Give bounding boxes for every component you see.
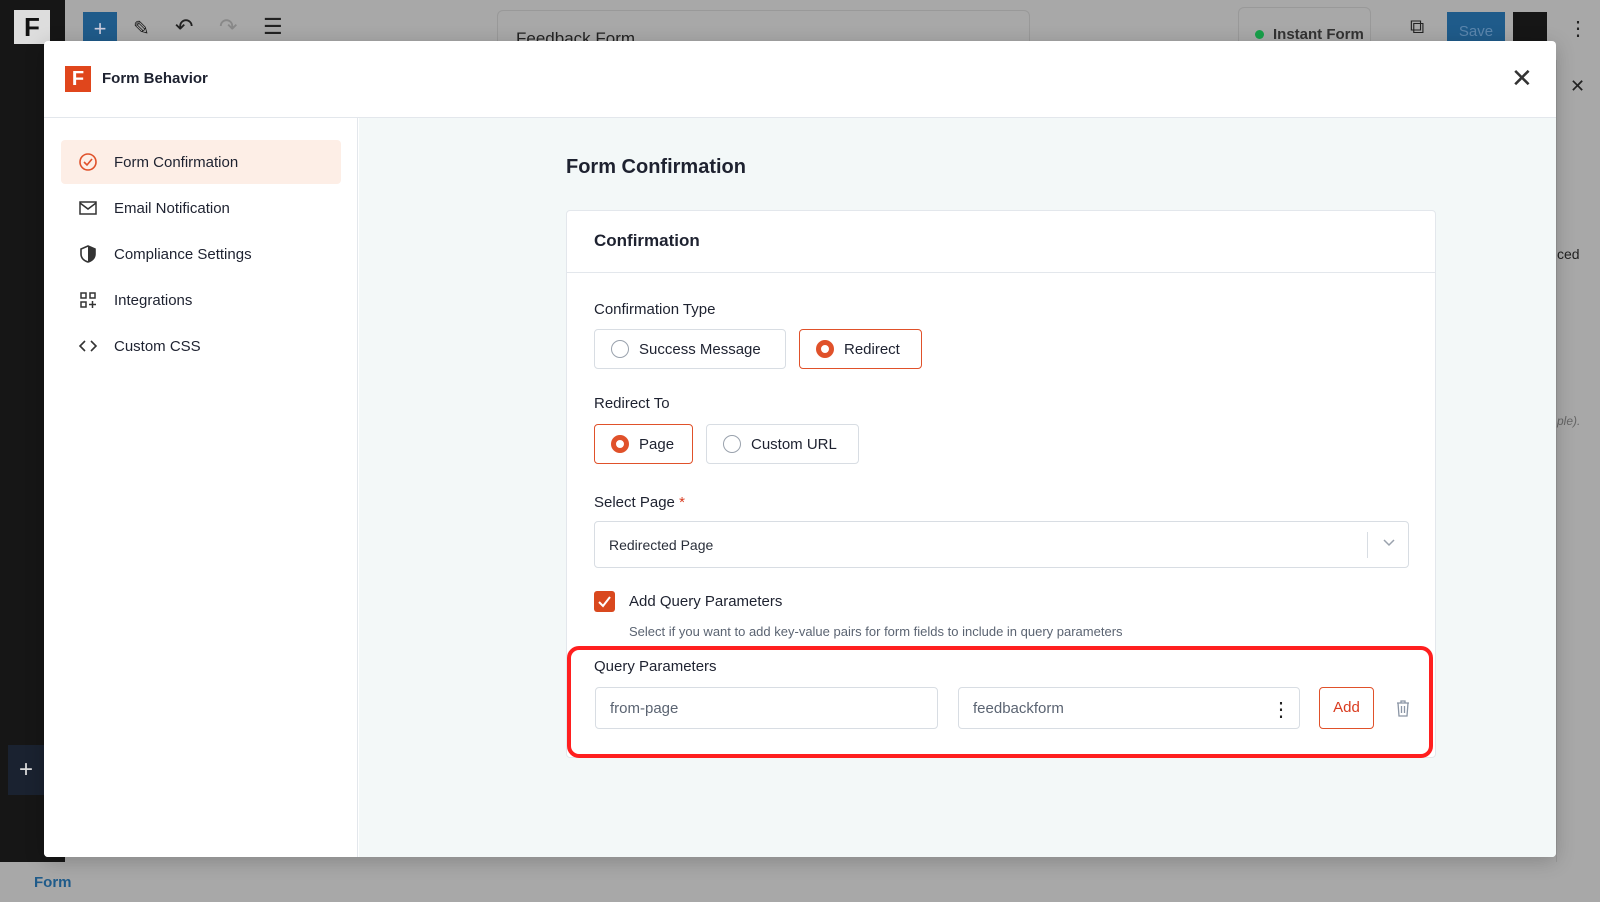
radio-label: Redirect: [844, 340, 900, 358]
code-icon: [78, 340, 98, 352]
card-header: Confirmation: [567, 211, 1435, 273]
status-dot-icon: [1255, 29, 1264, 39]
radio-selected-icon: [611, 435, 629, 453]
nav-label: Compliance Settings: [114, 245, 252, 263]
nav-compliance-settings[interactable]: Compliance Settings: [61, 232, 341, 276]
app-logo: F: [14, 10, 50, 44]
shield-icon: [80, 245, 96, 263]
close-panel-icon[interactable]: ✕: [1570, 76, 1585, 97]
nav-label: Form Confirmation: [114, 153, 239, 171]
nav-custom-css[interactable]: Custom CSS: [61, 324, 341, 368]
nav-form-confirmation[interactable]: Form Confirmation: [61, 140, 341, 184]
select-page-dropdown[interactable]: Redirected Page: [594, 521, 1409, 568]
radio-redirect[interactable]: Redirect: [799, 329, 922, 369]
check-circle-icon: [79, 153, 97, 171]
radio-label: Custom URL: [751, 435, 837, 453]
radio-selected-icon: [816, 340, 834, 358]
select-value: Redirected Page: [609, 536, 714, 553]
confirmation-type-label: Confirmation Type: [594, 301, 716, 318]
close-icon[interactable]: ✕: [1511, 63, 1533, 94]
select-page-label: Select Page *: [594, 494, 685, 511]
panel-text: ple).: [1557, 414, 1581, 428]
pen-icon[interactable]: ✎: [133, 16, 150, 41]
section-title: Form Confirmation: [566, 156, 746, 178]
highlight-box: [567, 646, 1433, 758]
modal-main: Form Confirmation Confirmation Confirmat…: [359, 118, 1556, 857]
radio-icon: [723, 435, 741, 453]
nav-label: Email Notification: [114, 199, 230, 217]
radio-icon: [611, 340, 629, 358]
radio-label: Success Message: [639, 340, 761, 358]
mail-icon: [79, 201, 97, 215]
nav-label: Custom CSS: [114, 337, 201, 355]
query-help-text: Select if you want to add key-value pair…: [629, 624, 1123, 639]
form-behavior-modal: F Form Behavior ✕ Form Confirmation Emai…: [44, 41, 1556, 857]
external-link-icon[interactable]: ⧉: [1410, 16, 1424, 39]
undo-icon[interactable]: ↶: [175, 14, 193, 40]
nav-email-notification[interactable]: Email Notification: [61, 186, 341, 230]
card-title: Confirmation: [594, 231, 700, 250]
radio-custom-url[interactable]: Custom URL: [706, 424, 859, 464]
chevron-down-icon: [1382, 535, 1396, 552]
grid-plus-icon: [80, 292, 96, 308]
nav-integrations[interactable]: Integrations: [61, 278, 341, 322]
redirect-to-label: Redirect To: [594, 395, 670, 412]
add-query-parameters-checkbox[interactable]: [594, 591, 615, 612]
settings-panel: ✕ ced ple).: [1556, 60, 1600, 862]
modal-title: Form Behavior: [102, 70, 208, 87]
more-options-icon[interactable]: ⋮: [1568, 16, 1588, 41]
check-icon: [598, 596, 611, 608]
divider: [1367, 532, 1368, 558]
editor-footer: Form: [0, 862, 1600, 902]
radio-label: Page: [639, 435, 675, 453]
nav-label: Integrations: [114, 291, 193, 309]
brand-logo: F: [65, 66, 91, 92]
radio-success-message[interactable]: Success Message: [594, 329, 786, 369]
breadcrumb-form[interactable]: Form: [34, 874, 72, 891]
add-query-parameters-label: Add Query Parameters: [629, 593, 783, 610]
panel-text: ced: [1557, 246, 1580, 262]
radio-page[interactable]: Page: [594, 424, 693, 464]
add-block-button[interactable]: +: [8, 745, 44, 795]
redo-icon[interactable]: ↷: [219, 14, 237, 40]
modal-header: F Form Behavior ✕: [44, 41, 1556, 118]
modal-sidebar: Form Confirmation Email Notification Com…: [44, 118, 358, 857]
list-view-icon[interactable]: ☰: [263, 14, 283, 40]
